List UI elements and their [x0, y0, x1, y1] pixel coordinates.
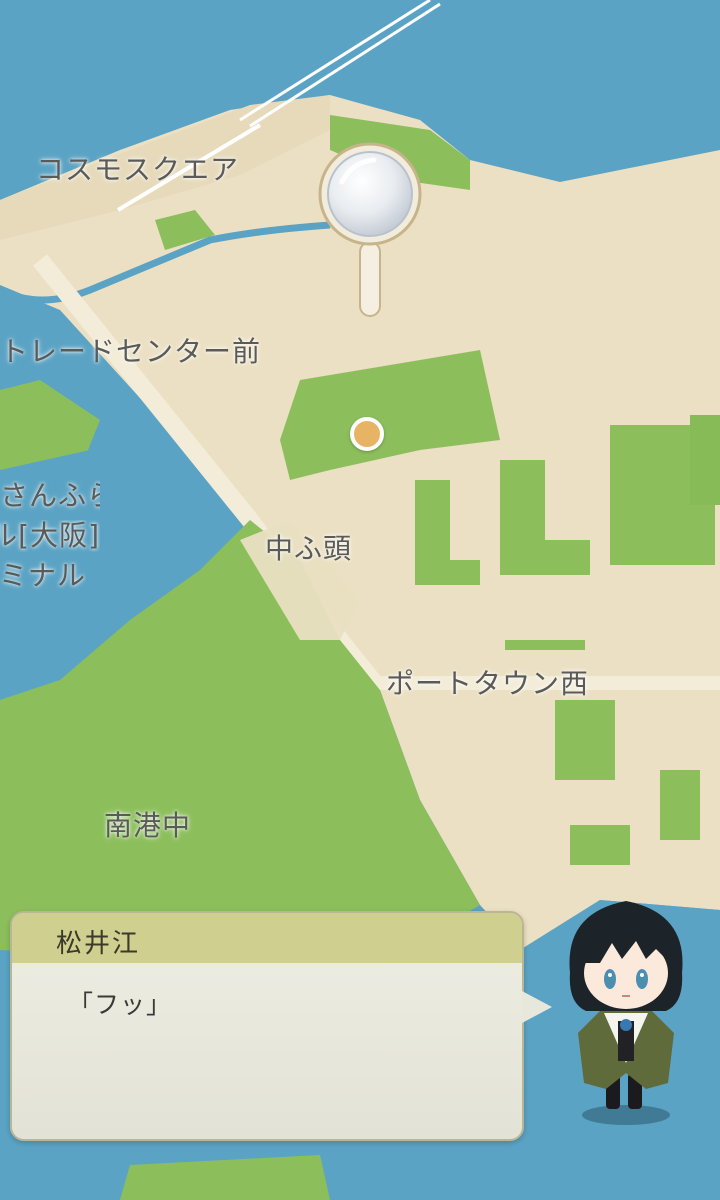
map-label-trade-center: トレードセンター前 — [0, 335, 262, 368]
map-label-ferry-line2: ターミナル[大阪] — [0, 520, 100, 552]
map-label-chufuto: 中ふ頭 — [265, 532, 353, 565]
dialog-box[interactable]: 松井江 「フッ」 — [10, 911, 552, 1141]
map-label-nanko-naka: 南港中 — [104, 809, 192, 842]
map-label-port-town-nishi: ポートタウン西 — [386, 667, 590, 700]
map-label-cosmo-square: コスモスクエア — [36, 153, 240, 186]
character-portrait[interactable] — [556, 893, 696, 1129]
current-location-icon[interactable] — [350, 417, 384, 451]
map-label-ferry-line3: ターミナル — [0, 560, 86, 592]
dialog-header: 松井江 — [12, 913, 522, 963]
map-screen: コスモスクエア トレードセンター前 さんふらわあ ターミナル[大阪] ターミナル… — [0, 0, 720, 1200]
dialog-tail — [522, 991, 552, 1023]
magnifier-icon[interactable] — [312, 142, 428, 320]
speaker-name: 松井江 — [56, 929, 141, 959]
map-label-ferry-line1: さんふらわあ — [0, 480, 100, 512]
dialog-text: 「フッ」 — [68, 990, 173, 1019]
